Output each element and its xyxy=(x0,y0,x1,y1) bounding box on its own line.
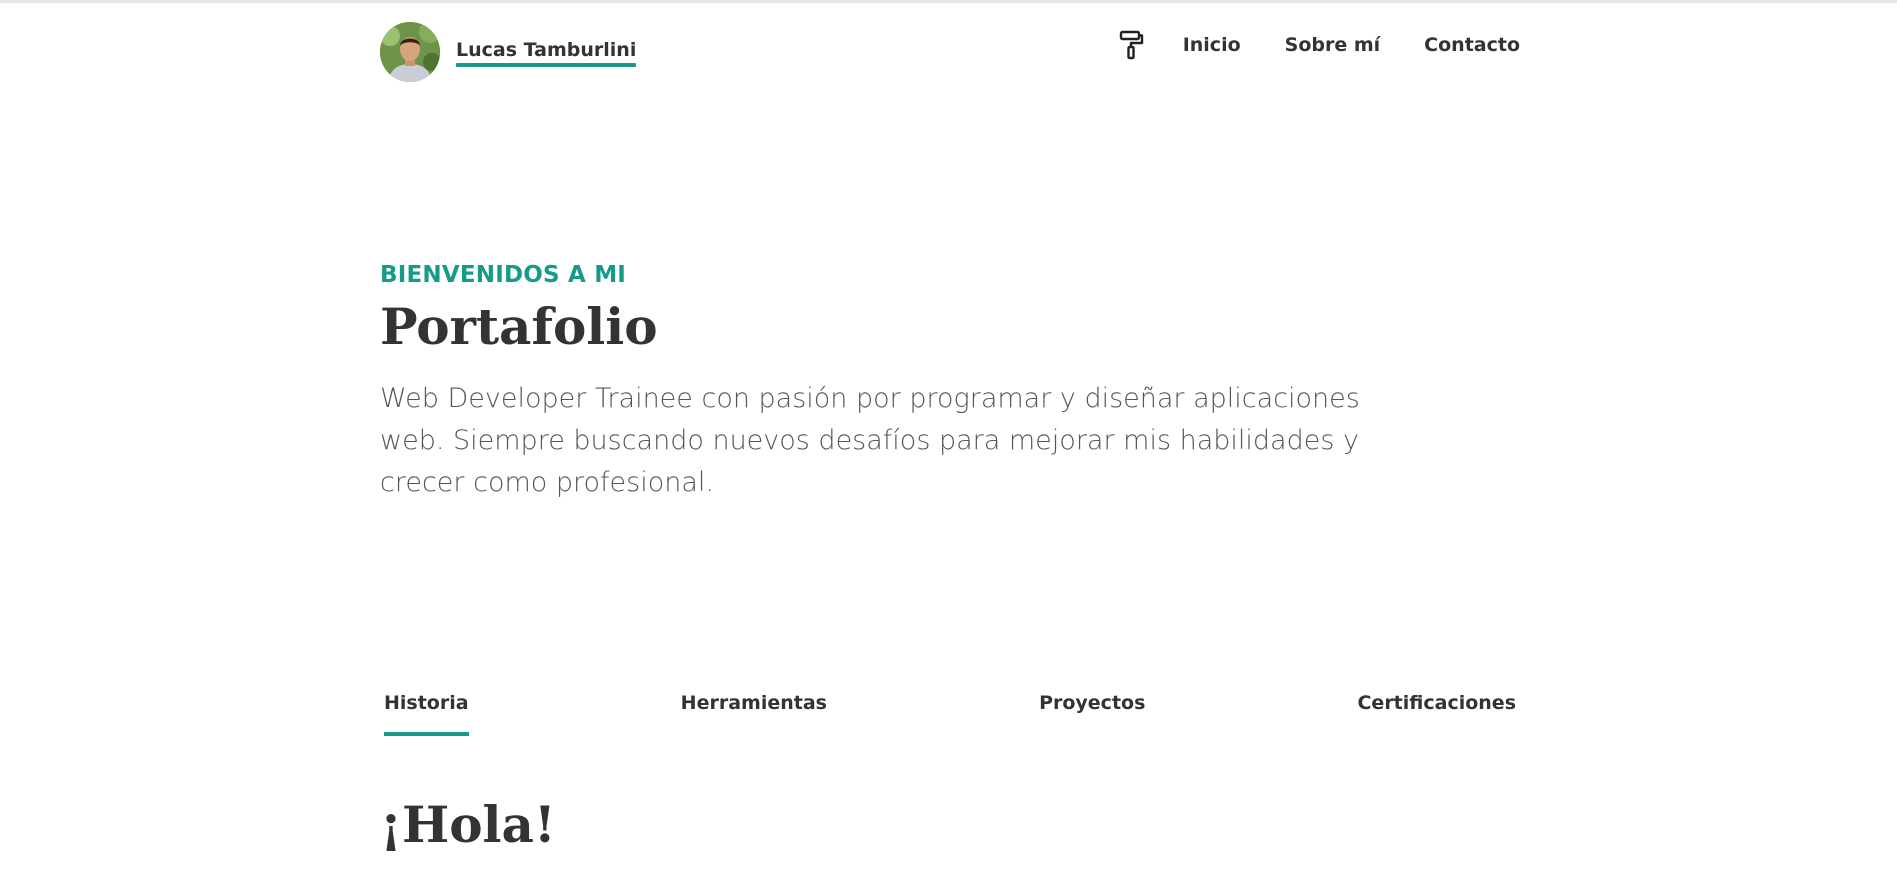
site-header: Lucas Tamburlini Inicio Sobre mí Contact… xyxy=(380,22,1520,84)
hero-title: Portafolio xyxy=(380,297,658,356)
hero-description: Web Developer Trainee con pasión por pro… xyxy=(380,382,1360,498)
paint-roller-icon xyxy=(1119,30,1143,60)
main-nav: Inicio Sobre mí Contacto xyxy=(1117,30,1520,60)
tab-certificaciones[interactable]: Certificaciones xyxy=(1357,692,1516,732)
hero-section: BIENVENIDOS A MI Portafolio Web Develope… xyxy=(380,262,1520,504)
brand-link[interactable]: Lucas Tamburlini xyxy=(380,22,637,82)
brand-name: Lucas Tamburlini xyxy=(456,39,637,67)
tab-proyectos[interactable]: Proyectos xyxy=(1039,692,1145,732)
section-tabs: Historia Herramientas Proyectos Certific… xyxy=(380,692,1520,736)
nav-contacto[interactable]: Contacto xyxy=(1424,34,1520,56)
theme-toggle-button[interactable] xyxy=(1117,30,1145,60)
top-border xyxy=(0,0,1897,3)
nav-sobre-mi[interactable]: Sobre mí xyxy=(1285,34,1381,56)
avatar xyxy=(380,22,440,82)
section-title: ¡Hola! xyxy=(380,795,556,854)
tab-herramientas[interactable]: Herramientas xyxy=(681,692,827,732)
nav-inicio[interactable]: Inicio xyxy=(1183,34,1241,56)
hero-eyebrow: BIENVENIDOS A MI xyxy=(380,262,627,288)
tab-historia[interactable]: Historia xyxy=(384,692,469,736)
